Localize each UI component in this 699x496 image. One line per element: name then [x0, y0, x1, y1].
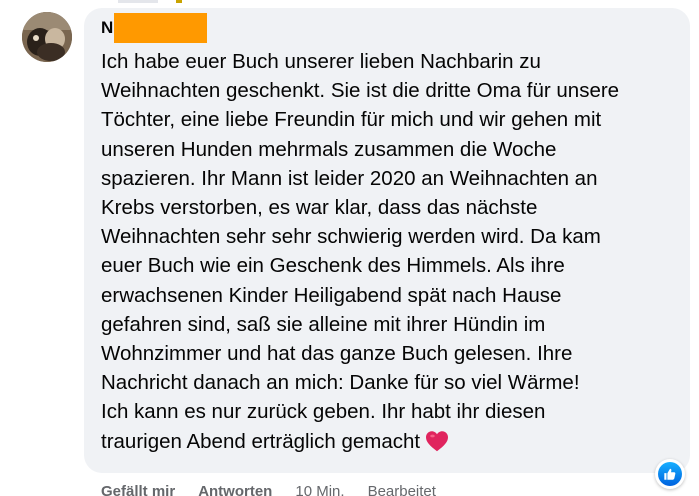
comment-section: N Ich habe euer Buch unserer lieben Nach…: [0, 0, 699, 496]
comment-line: traurigen Abend erträglich gemacht: [101, 427, 686, 456]
comment-line: spazieren. Ihr Mann ist leider 2020 an W…: [101, 166, 598, 190]
comment-line: Nachricht danach an mich: Danke für so v…: [101, 371, 580, 395]
comment-line: Ich kann es nur zurück geben. Ihr habt i…: [101, 400, 546, 424]
reply-button[interactable]: Antworten: [198, 483, 272, 496]
author-name[interactable]: N: [101, 13, 113, 43]
like-icon: [658, 462, 682, 486]
previous-comment-edge: [118, 0, 188, 3]
comment-line: unseren Hunden mehrmals zusammen die Woc…: [101, 137, 557, 161]
comment-line: erwachsenen Kinder Heiligabend spät nach…: [101, 283, 562, 307]
comment-timestamp[interactable]: 10 Min.: [295, 483, 344, 496]
edited-label[interactable]: Bearbeitet: [368, 483, 436, 496]
heart-icon: [425, 430, 449, 452]
avatar[interactable]: [22, 12, 72, 62]
comment-line: Weihnachten geschenkt. Sie ist die dritt…: [101, 79, 620, 103]
comment-author[interactable]: N: [101, 13, 208, 43]
comment-line: Krebs verstorben, es war klar, dass das …: [101, 196, 538, 220]
comment-line: gefahren sind, saß sie alleine mit ihrer…: [101, 312, 546, 336]
comment-line: euer Buch wie ein Geschenk des Himmels. …: [101, 254, 565, 278]
author-name-redaction: [114, 13, 208, 43]
comment-line: Ich habe euer Buch unserer lieben Nachba…: [101, 50, 541, 73]
comment-line: Weihnachten sehr sehr schwierig werden w…: [101, 225, 601, 249]
avatar-photo: [22, 12, 72, 62]
comment-line: Wohnzimmer und hat das ganze Buch gelese…: [101, 342, 573, 366]
reaction-badge[interactable]: [655, 459, 685, 489]
comment-actions: Gefällt mir Antworten 10 Min. Bearbeitet: [101, 480, 436, 496]
comment-body: Ich habe euer Buch unserer lieben Nachba…: [101, 47, 686, 456]
like-button[interactable]: Gefällt mir: [101, 483, 175, 496]
comment-line: Töchter, eine liebe Freundin für mich un…: [101, 108, 602, 132]
